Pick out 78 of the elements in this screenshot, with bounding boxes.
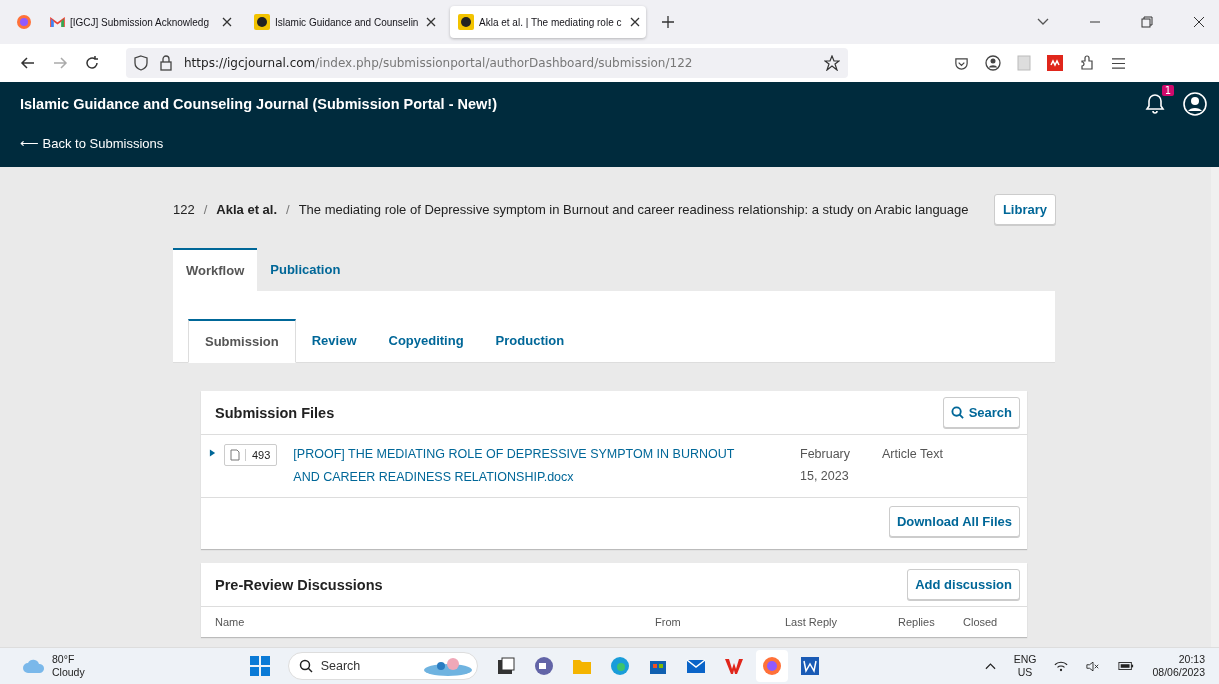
stage-tab[interactable]: Review: [295, 319, 373, 362]
workflow-tab[interactable]: Publication: [257, 248, 354, 291]
library-button[interactable]: Library: [993, 193, 1056, 225]
clock-date[interactable]: 08/06/2023: [1152, 666, 1205, 679]
input-region[interactable]: US: [1017, 666, 1033, 679]
close-icon[interactable]: [1193, 16, 1205, 28]
workflow-tab[interactable]: Workflow: [173, 248, 258, 291]
windows-start-icon[interactable]: [249, 656, 270, 676]
stage-tab[interactable]: Copyediting: [372, 319, 480, 362]
address-bar[interactable]: https://igcjournal.com/index.php/submissionportal/authorDashboard/submission/122: [126, 48, 848, 78]
search-icon: [298, 659, 313, 673]
input-language[interactable]: ENG: [1013, 653, 1037, 666]
column-header: Last Reply: [785, 616, 838, 628]
chevron-up-icon[interactable]: [984, 662, 996, 670]
file-id-badge: 493: [224, 444, 278, 466]
breadcrumb-separator: /: [203, 201, 208, 217]
office-app-icon[interactable]: [723, 656, 744, 676]
column-header: Closed: [963, 616, 998, 628]
section-heading: Pre-Review Discussions: [215, 576, 383, 593]
star-icon[interactable]: [824, 55, 840, 71]
journal-logo-icon: [254, 14, 270, 30]
account-icon[interactable]: [985, 55, 1001, 71]
speaker-muted-icon[interactable]: [1086, 660, 1101, 672]
breadcrumb-separator: /: [286, 201, 290, 217]
task-view-icon[interactable]: [495, 656, 516, 676]
pocket-icon[interactable]: [954, 55, 969, 71]
search-highlight-icon: [422, 656, 473, 676]
back-to-submissions-link[interactable]: ⟵ Back to Submissions: [20, 136, 1207, 151]
scrollbar[interactable]: [1211, 167, 1219, 647]
back-icon[interactable]: [20, 55, 36, 71]
user-avatar-icon[interactable]: [1183, 92, 1207, 116]
column-header: Name: [215, 616, 246, 628]
add-discussion-button[interactable]: Add discussion: [907, 569, 1020, 600]
search-button[interactable]: Search: [942, 397, 1020, 428]
column-header: From: [655, 616, 682, 628]
restore-icon[interactable]: [1141, 16, 1153, 28]
puzzle-icon[interactable]: [1079, 55, 1095, 71]
submission-title: The mediating role of Depressive symptom in Burnout and career readiness relationship: a study on Arabic language: [298, 201, 970, 217]
chevron-down-icon[interactable]: [1037, 18, 1049, 26]
wifi-icon[interactable]: [1054, 660, 1069, 672]
taskbar-search-field[interactable]: Search: [287, 652, 478, 680]
extension-icon[interactable]: [1047, 55, 1063, 71]
file-link[interactable]: [PROOF] THE MEDIATING ROLE OF DEPRESSIVE SYMPTOM IN BURNOUT AND CAREER READINESS RELATIONSHIP.docx: [293, 443, 754, 489]
menu-icon[interactable]: [1111, 56, 1126, 70]
temperature: 80°F: [52, 653, 76, 666]
submission-authors: Akla et al.: [216, 201, 278, 217]
file-type: Article Text: [882, 446, 943, 463]
search-icon: [950, 406, 964, 419]
close-tab-icon[interactable]: [222, 17, 232, 27]
word-icon[interactable]: [799, 656, 820, 676]
battery-icon[interactable]: [1118, 661, 1135, 671]
file-date: February 15, 2023: [800, 446, 852, 485]
browser-tab[interactable]: Islamic Guidance and Counselin: [246, 6, 442, 38]
stage-tab[interactable]: Submission: [188, 319, 296, 363]
weather-condition: Cloudy: [52, 666, 85, 679]
chat-app-icon[interactable]: [533, 656, 554, 676]
submission-id: 122: [173, 201, 195, 217]
reload-icon[interactable]: [84, 55, 100, 71]
mail-icon: [50, 16, 65, 28]
close-tab-icon[interactable]: [426, 17, 436, 27]
download-all-files-button[interactable]: Download All Files: [888, 506, 1020, 537]
shield-icon[interactable]: [134, 55, 148, 71]
new-tab-icon[interactable]: [662, 16, 674, 28]
browser-tab[interactable]: [IGCJ] Submission Acknowledg: [42, 6, 238, 38]
notification-bell-icon[interactable]: [1145, 93, 1165, 115]
browser-tab[interactable]: Akla et al. | The mediating role c: [450, 6, 646, 38]
stage-tab[interactable]: Production: [479, 319, 581, 362]
clock-time[interactable]: 20:13: [1178, 653, 1205, 666]
section-heading: Submission Files: [215, 404, 335, 421]
expand-toggle-icon[interactable]: [209, 449, 216, 457]
cloud-icon: [22, 658, 46, 674]
notification-badge: 1: [1161, 85, 1174, 96]
close-tab-icon[interactable]: [630, 17, 640, 27]
url-text: https://igcjournal.com/index.php/submissionportal/authorDashboard/submission/122: [184, 56, 693, 70]
journal-title: Islamic Guidance and Counseling Journal (Submission Portal - New!): [20, 96, 497, 112]
column-header: Replies: [898, 616, 936, 628]
lock-icon[interactable]: [160, 55, 172, 71]
journal-logo-icon: [458, 14, 474, 30]
